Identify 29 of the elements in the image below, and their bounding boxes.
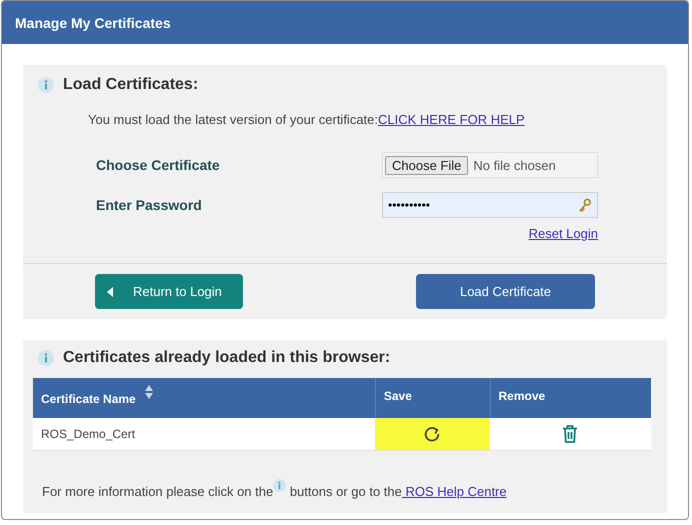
info-icon[interactable] xyxy=(38,77,54,93)
trash-icon[interactable] xyxy=(562,425,578,443)
column-header[interactable]: Certificate Name xyxy=(41,392,136,406)
help-link[interactable]: CLICK HERE FOR HELP xyxy=(378,112,525,127)
caret-icon xyxy=(107,286,113,296)
return-button[interactable]: Return to Login xyxy=(95,274,243,309)
section-heading: Load Certificates: xyxy=(63,76,198,94)
choose-file-button[interactable]: Choose File xyxy=(385,156,468,174)
reset-login-link[interactable]: Reset Login xyxy=(528,226,598,241)
footer-text: buttons or go to the xyxy=(288,484,402,499)
info-icon[interactable] xyxy=(273,479,286,492)
key-icon xyxy=(577,198,592,212)
password-field[interactable]: •••••••••• xyxy=(382,192,598,218)
sort-icon[interactable] xyxy=(144,385,153,399)
info-icon[interactable] xyxy=(38,350,54,366)
section-heading: Certificates already loaded in this browser: xyxy=(63,349,390,367)
footer-text: For more information please click on the xyxy=(42,484,274,499)
table-cell-text: ROS_Demo_Cert xyxy=(40,426,136,443)
file-field[interactable]: Choose File No file chosen xyxy=(382,152,598,178)
file-status: No file chosen xyxy=(473,158,556,172)
help-centre-link[interactable]: ROS Help Centre xyxy=(402,484,507,499)
load-certificate-button[interactable]: Load Certificate xyxy=(416,274,595,309)
window-title: Manage My Certificates xyxy=(2,1,688,44)
field-label: Enter Password xyxy=(96,197,202,213)
column-header: Save xyxy=(384,389,412,403)
notice-text: You must load the latest version of your certificate: xyxy=(88,112,378,127)
refresh-icon[interactable] xyxy=(423,425,442,443)
column-header: Remove xyxy=(498,389,546,403)
field-label: Choose Certificate xyxy=(96,157,220,173)
